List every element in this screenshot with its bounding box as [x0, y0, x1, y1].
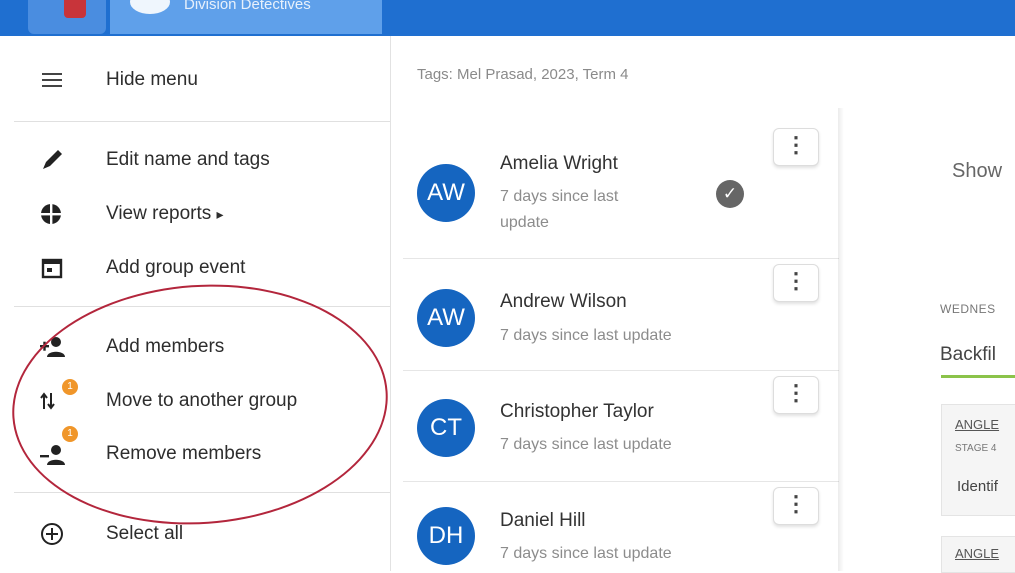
- group-name: Division Detectives: [184, 0, 311, 13]
- avatar: CT: [417, 399, 475, 457]
- member-name: Daniel Hill: [500, 510, 586, 531]
- list-shadow: [838, 108, 844, 571]
- plus-circle-icon: [40, 522, 68, 546]
- sidebar-menu: Hide menu Edit name and tags View report…: [0, 36, 391, 571]
- show-toggle[interactable]: Show: [952, 160, 1002, 183]
- submenu-arrow-icon: ▸: [216, 206, 224, 222]
- progress-indicator: [941, 375, 1015, 378]
- edit-name-and-tags-button[interactable]: Edit name and tags: [14, 140, 390, 180]
- member-name: Andrew Wilson: [500, 291, 627, 312]
- group-avatar-icon: [130, 0, 170, 14]
- add-person-icon: [40, 335, 68, 359]
- more-options-button[interactable]: ⋮: [773, 264, 819, 302]
- divider: [14, 306, 390, 307]
- check-icon: ✓: [716, 180, 744, 208]
- member-name: Christopher Taylor: [500, 401, 654, 422]
- notification-badge: 1: [62, 426, 78, 442]
- add-group-event-label: Add group event: [106, 257, 246, 278]
- calendar-icon: [40, 256, 68, 280]
- remove-members-label: Remove members: [106, 443, 262, 464]
- group-tab[interactable]: Division Detectives: [110, 0, 382, 34]
- pencil-icon: [40, 148, 68, 172]
- more-options-button[interactable]: ⋮: [773, 128, 819, 166]
- stage-label: STAGE 4: [955, 443, 997, 454]
- list-item[interactable]: DH Daniel Hill 7 days since last update …: [403, 482, 823, 571]
- list-item[interactable]: AW Amelia Wright 7 days since last updat…: [403, 108, 823, 258]
- add-members-button[interactable]: Add members: [14, 327, 390, 367]
- activity-description: Identif: [957, 478, 998, 495]
- backfill-tab[interactable]: Backfil: [940, 344, 996, 366]
- more-options-button[interactable]: ⋮: [773, 487, 819, 525]
- hide-menu-button[interactable]: Hide menu: [14, 60, 390, 100]
- move-to-another-group-button[interactable]: 1 Move to another group: [14, 379, 390, 421]
- avatar: DH: [417, 507, 475, 565]
- remove-person-icon: [40, 442, 68, 466]
- top-bar: Division Detectives: [0, 0, 1015, 36]
- app-logo-tab[interactable]: [28, 0, 106, 34]
- member-status: 7 days since last update: [500, 545, 672, 562]
- view-reports-label: View reports ▸: [106, 203, 224, 224]
- avatar: AW: [417, 164, 475, 222]
- member-status: 7 days since last update: [500, 436, 672, 453]
- app-logo: [64, 0, 86, 18]
- list-item[interactable]: AW Andrew Wilson 7 days since last updat…: [403, 259, 823, 369]
- pie-chart-icon: [40, 202, 68, 226]
- group-tags: Tags: Mel Prasad, 2023, Term 4: [417, 66, 629, 83]
- hide-menu-label: Hide menu: [106, 69, 198, 90]
- day-label: WEDNES: [940, 302, 996, 316]
- member-name: Amelia Wright: [500, 153, 618, 174]
- notification-badge: 1: [62, 379, 78, 395]
- member-status: 7 days since last update: [500, 327, 672, 344]
- menu-icon: [40, 68, 68, 92]
- remove-members-button[interactable]: 1 Remove members: [14, 426, 390, 474]
- more-options-button[interactable]: ⋮: [773, 376, 819, 414]
- divider: [14, 121, 390, 122]
- select-all-button[interactable]: Select all: [14, 514, 390, 554]
- view-reports-button[interactable]: View reports ▸: [14, 194, 390, 234]
- list-item[interactable]: CT Christopher Taylor 7 days since last …: [403, 371, 823, 481]
- move-to-another-group-label: Move to another group: [106, 390, 298, 411]
- add-group-event-button[interactable]: Add group event: [14, 248, 390, 288]
- activity-link[interactable]: ANGLE: [955, 417, 999, 432]
- member-status: 7 days since last update: [500, 188, 619, 231]
- member-list: AW Amelia Wright 7 days since last updat…: [403, 108, 839, 571]
- avatar: AW: [417, 289, 475, 347]
- add-members-label: Add members: [106, 336, 225, 357]
- select-all-label: Select all: [106, 523, 184, 544]
- activity-link[interactable]: ANGLE: [955, 546, 999, 561]
- edit-name-and-tags-label: Edit name and tags: [106, 149, 270, 170]
- divider: [14, 492, 390, 493]
